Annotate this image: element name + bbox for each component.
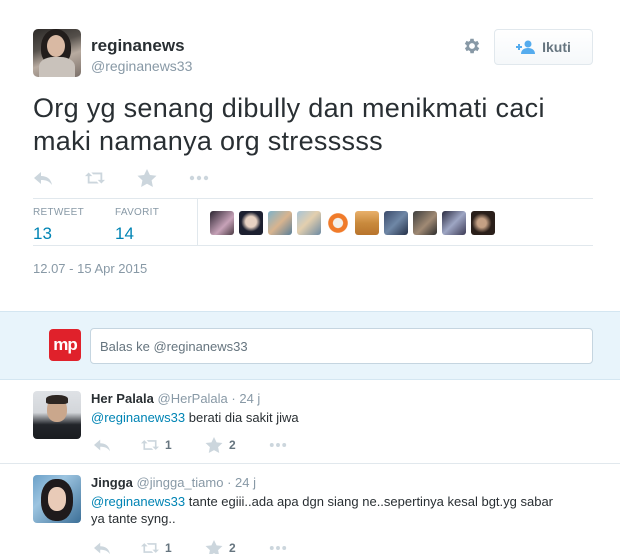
favoriter-avatar[interactable] xyxy=(355,211,379,235)
reply-author-handle[interactable]: @HerPalala xyxy=(158,391,228,406)
reply-author-name[interactable]: Her Palala xyxy=(91,391,154,406)
reply-mention-link[interactable]: @reginanews33 xyxy=(91,410,185,425)
favoriter-avatar[interactable] xyxy=(413,211,437,235)
more-icon[interactable] xyxy=(269,540,287,554)
reply-icon[interactable] xyxy=(33,169,53,187)
reply-icon[interactable] xyxy=(93,437,111,453)
more-icon[interactable] xyxy=(269,437,287,453)
author-screen-name[interactable]: @reginanews33 xyxy=(91,58,192,74)
reply-text: @reginanews33 tante egiii..ada apa dgn s… xyxy=(91,493,561,527)
reply-icon[interactable] xyxy=(93,540,111,554)
reply-retweet-count: 1 xyxy=(165,541,172,554)
favoriter-avatar[interactable] xyxy=(442,211,466,235)
reply-input[interactable]: Balas ke @reginanews33 xyxy=(90,328,593,364)
favoriter-avatar[interactable] xyxy=(384,211,408,235)
follow-button-label: Ikuti xyxy=(542,39,571,55)
user-avatar-logo[interactable]: mp xyxy=(49,329,81,361)
add-user-icon xyxy=(516,40,536,54)
reply-header: Her Palala @HerPalala · 24 j xyxy=(91,391,260,406)
retweet-stat[interactable]: RETWEET 13 xyxy=(33,207,84,244)
author-display-name[interactable]: reginanews xyxy=(91,36,185,56)
author-avatar[interactable] xyxy=(33,29,81,77)
gear-icon[interactable] xyxy=(462,36,482,56)
reply-composer: mp Balas ke @reginanews33 xyxy=(0,311,620,380)
reply-tweet[interactable]: Her Palala @HerPalala · 24 j @reginanews… xyxy=(0,380,620,464)
tweet-actions xyxy=(33,168,241,188)
reply-mention-link[interactable]: @reginanews33 xyxy=(91,494,185,509)
reply-actions: 1 2 xyxy=(93,540,287,554)
reply-favorite-count: 2 xyxy=(229,541,236,554)
main-tweet: reginanews @reginanews33 Ikuti Org yg se… xyxy=(0,0,620,311)
follow-button[interactable]: Ikuti xyxy=(494,29,593,65)
retweet-count: 13 xyxy=(33,224,52,243)
favoriter-avatar[interactable] xyxy=(210,211,234,235)
reply-actions: 1 2 xyxy=(93,437,287,453)
favorite-count: 14 xyxy=(115,224,134,243)
reply-text: @reginanews33 berati dia sakit jiwa xyxy=(91,409,561,426)
retweet-icon[interactable] xyxy=(141,437,159,453)
reply-author-name[interactable]: Jingga xyxy=(91,475,133,490)
reply-favorite-count: 2 xyxy=(229,438,236,452)
reply-body: berati dia sakit jiwa xyxy=(185,410,299,425)
retweet-icon[interactable] xyxy=(85,169,105,187)
tweet-stats: RETWEET 13 FAVORIT 14 xyxy=(33,198,593,246)
favorite-stat[interactable]: FAVORIT 14 xyxy=(115,207,159,244)
tweet-timestamp[interactable]: 12.07 - 15 Apr 2015 xyxy=(33,261,147,276)
favorite-star-icon[interactable] xyxy=(205,437,223,453)
favoriter-avatar[interactable] xyxy=(471,211,495,235)
favoriter-avatar[interactable] xyxy=(268,211,292,235)
reply-author-avatar[interactable] xyxy=(33,391,81,439)
favoriter-avatars xyxy=(210,211,500,235)
favoriter-avatar[interactable] xyxy=(239,211,263,235)
favorite-star-icon[interactable] xyxy=(205,540,223,554)
stats-divider xyxy=(197,199,198,246)
favoriter-avatar[interactable] xyxy=(326,211,350,235)
reply-tweet[interactable]: Jingga @jingga_tiamo · 24 j @reginanews3… xyxy=(0,464,620,554)
reply-time[interactable]: · 24 j xyxy=(227,475,256,490)
retweet-stat-label: RETWEET xyxy=(33,207,84,218)
favorite-star-icon[interactable] xyxy=(137,169,157,187)
reply-retweet-count: 1 xyxy=(165,438,172,452)
reply-time[interactable]: · 24 j xyxy=(231,391,260,406)
tweet-text: Org yg senang dibully dan menikmati caci… xyxy=(33,93,545,156)
more-icon[interactable] xyxy=(189,169,209,187)
favoriter-avatar[interactable] xyxy=(297,211,321,235)
reply-author-avatar[interactable] xyxy=(33,475,81,523)
favorite-stat-label: FAVORIT xyxy=(115,207,160,218)
retweet-icon[interactable] xyxy=(141,540,159,554)
reply-header: Jingga @jingga_tiamo · 24 j xyxy=(91,475,256,490)
reply-author-handle[interactable]: @jingga_tiamo xyxy=(137,475,224,490)
